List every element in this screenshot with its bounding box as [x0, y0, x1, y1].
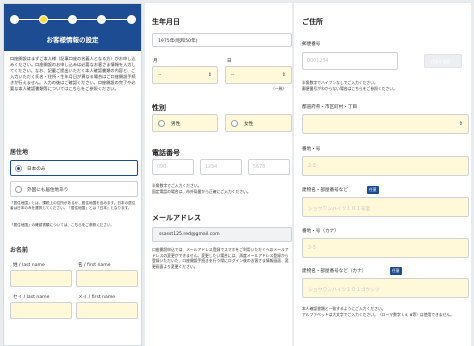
progress-stepper [10, 15, 137, 25]
birth-day-select[interactable]: -- ⇕ [225, 66, 292, 84]
prefecture-select[interactable]: ⇕ [302, 114, 469, 134]
gender-option-female[interactable]: 女性 [225, 114, 292, 132]
email-field: ssasst125.red@gmail.com [152, 227, 292, 242]
residence-note: 「居住地国」とは、課税上の住所があるか、居住地国を含みます。日本の居住者は日本の… [10, 201, 136, 210]
birth-month-value: -- [158, 73, 162, 78]
step-dot [68, 15, 77, 24]
street-number-input[interactable]: 2-3 [302, 156, 469, 176]
street-number-placeholder: 2-3 [308, 164, 316, 169]
postal-note: 半角数字でハイフンなしでご入力ください。 郵便番号がわからない場合はこちらをご参… [302, 80, 397, 91]
gender-heading: 性別 [152, 104, 166, 112]
radio-icon [231, 120, 238, 127]
radio-icon [15, 165, 22, 172]
phone-heading: 電話番号 [152, 149, 180, 157]
kana-note: 本人確認書類と一致するようにご入力ください。 アルファベットは大文字でご入力くだ… [302, 306, 454, 317]
last-name-input[interactable] [10, 270, 72, 287]
street-number-label: 番地・号 [302, 147, 321, 152]
select-caret-icon: ⇕ [281, 72, 286, 78]
phone-input-1[interactable]: 090 [152, 159, 194, 175]
first-name-label: 名 / first name [78, 263, 111, 268]
postal-placeholder: 0001234 [307, 59, 329, 64]
residence-option-label: 外国にも居住地あり [27, 188, 69, 193]
first-name-input[interactable] [76, 270, 138, 287]
postal-code-label: 郵便番号 [302, 42, 321, 47]
residence-option-japan[interactable]: 日本のみ [10, 160, 138, 176]
phone-note: 半角数字でご入力ください。 固定電話の場合は、市外局番から正確にご入力ください。 [152, 183, 251, 194]
first-name-kana-input[interactable] [76, 302, 138, 319]
last-name-label: 姓 / last name [13, 263, 45, 268]
first-name-kana-label: メイ / first name [78, 295, 116, 300]
phone-placeholder: 090 [157, 165, 167, 170]
building-placeholder: ショウワンハイツ１０１号室 [308, 207, 371, 212]
postal-code-input[interactable]: 0001234 [302, 52, 398, 70]
email-note: 口座開設申込では、メールアドレス登録でスマホをご利用いただくへのメールアドレスの… [152, 247, 289, 269]
building-kana-label: 建物名・部屋番号など（カナ） [302, 269, 367, 274]
birth-contact-panel: 生年月日 1975年(昭和50年) 月 日 -- ⇕ -- ⇕ （一致） 性別 … [145, 3, 292, 346]
birthdate-heading: 生年月日 [152, 18, 180, 26]
residence-heading: 居住地 [10, 149, 29, 156]
address-panel: ご住所 郵便番号 0001234 住所を検索 半角数字でハイフンなしでご入力くだ… [294, 3, 471, 346]
step-dot [10, 15, 19, 24]
radio-icon [158, 120, 165, 127]
phone-input-2[interactable]: 1234 [200, 159, 242, 175]
last-name-kana-label: セイ / last name [13, 295, 50, 300]
address-heading: ご住所 [302, 18, 323, 26]
customer-info-panel: お客様情報の設定 口座開設はまずご本人様（記事口座の名義人となる方）がお申し込み… [3, 3, 142, 346]
step-dot-current [39, 15, 48, 24]
month-label: 月 [153, 59, 158, 64]
address-search-label: 住所を検索 [431, 59, 450, 64]
optional-badge: 任意 [390, 267, 402, 275]
step-header: お客様情報の設定 [4, 4, 141, 51]
phone-placeholder: 5678 [253, 165, 266, 170]
residence-note-2: 「居住地国」の確認書類については、こちらをご参照ください。 [10, 223, 115, 227]
step-dot [97, 15, 106, 24]
street-number-kana-label: 番地・号（カナ） [302, 229, 339, 234]
page-title: お客様情報の設定 [46, 36, 99, 44]
address-search-button[interactable]: 住所を検索 [424, 54, 462, 68]
building-kana-placeholder: ショウワンハイツ１０１ゴウシツ [308, 288, 380, 293]
email-value: ssasst125.red@gmail.com [159, 232, 220, 237]
birth-month-select[interactable]: -- ⇕ [152, 66, 218, 84]
building-label: 建物名・部屋番号など [302, 188, 348, 193]
day-label: 日 [227, 59, 232, 64]
building-input[interactable]: ショウワンハイツ１０１号室 [302, 197, 469, 217]
gender-male-label: 男性 [171, 122, 181, 127]
birth-day-value: -- [231, 73, 235, 78]
last-name-kana-input[interactable] [10, 302, 72, 319]
birth-year-value: 1975年(昭和50年) [158, 39, 198, 44]
name-heading: お名前 [10, 247, 29, 254]
intro-text: 口座開設はまずご本人様（記事口座の名義人となる方）がお申し込みください。口座開設… [10, 56, 136, 91]
select-caret-icon: ⇕ [458, 121, 463, 127]
email-heading: メールアドレス [152, 214, 201, 222]
residence-option-label: 日本のみ [27, 167, 46, 172]
building-kana-input[interactable]: ショウワンハイツ１０１ゴウシツ [302, 278, 469, 298]
gender-option-male[interactable]: 男性 [152, 114, 218, 132]
residence-option-foreign[interactable]: 外国にも居住地あり [10, 181, 138, 197]
select-caret-icon: ⇕ [207, 72, 212, 78]
phone-input-3[interactable]: 5678 [248, 159, 290, 175]
birth-note: （一致） [271, 86, 287, 91]
prefecture-label: 都道府県・市区町村・丁目 [302, 105, 358, 110]
phone-placeholder: 1234 [205, 165, 218, 170]
optional-badge: 任意 [367, 186, 379, 194]
street-number-kana-placeholder: 2-3 [308, 246, 316, 251]
gender-female-label: 女性 [244, 122, 254, 127]
radio-icon [15, 186, 22, 193]
street-number-kana-input[interactable]: 2-3 [302, 238, 469, 258]
birth-year-select[interactable]: 1975年(昭和50年) [152, 33, 292, 47]
step-dot [127, 15, 136, 24]
